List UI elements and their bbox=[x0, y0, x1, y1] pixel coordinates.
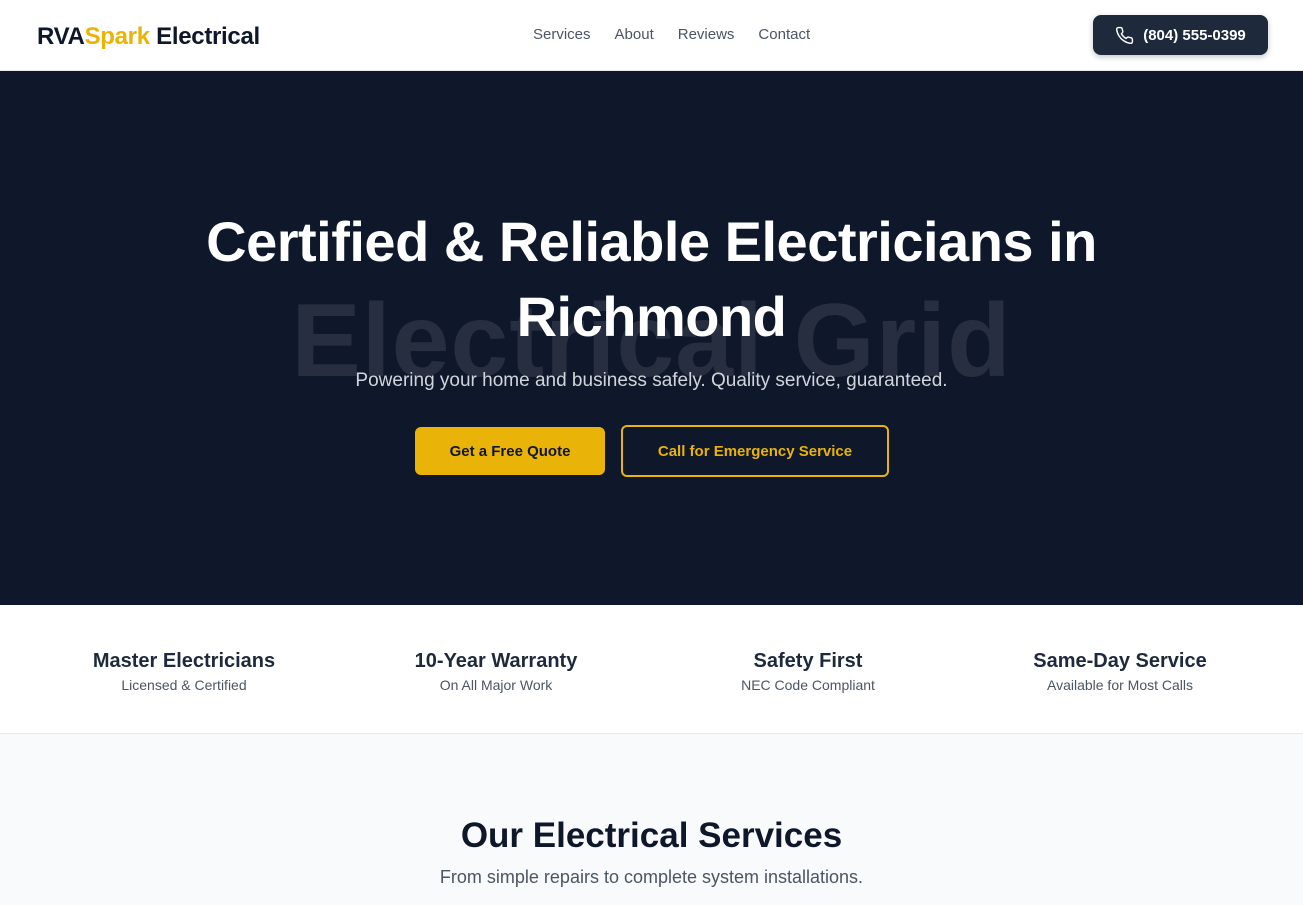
feature-title: Master Electricians bbox=[92, 650, 276, 672]
brand-prefix: RVA bbox=[37, 23, 85, 50]
free-quote-button[interactable]: Get a Free Quote bbox=[415, 427, 605, 475]
services-subtitle: From simple repairs to complete system i… bbox=[439, 867, 864, 887]
feature-item: Safety First NEC Code Compliant bbox=[658, 649, 958, 695]
emergency-service-button[interactable]: Call for Emergency Service bbox=[621, 425, 889, 477]
feature-subtitle: On All Major Work bbox=[439, 677, 553, 693]
feature-item: Same-Day Service Available for Most Call… bbox=[970, 649, 1270, 695]
main-nav: Services About Reviews Contact bbox=[533, 25, 810, 45]
services-section: Our Electrical Services From simple repa… bbox=[0, 734, 1303, 905]
phone-icon bbox=[1116, 26, 1134, 44]
feature-subtitle: Available for Most Calls bbox=[1046, 677, 1194, 693]
nav-link-about[interactable]: About bbox=[615, 25, 654, 45]
nav-link-services[interactable]: Services bbox=[533, 25, 591, 45]
hero-subtitle: Powering your home and business safely. … bbox=[355, 370, 948, 391]
feature-title: Safety First bbox=[753, 650, 863, 672]
feature-subtitle: NEC Code Compliant bbox=[741, 677, 875, 693]
feature-title: 10-Year Warranty bbox=[414, 650, 578, 672]
feature-subtitle: Licensed & Certified bbox=[121, 677, 247, 693]
hero-section: Electrical Grid Certified & Reliable Ele… bbox=[0, 71, 1303, 605]
feature-item: 10-Year Warranty On All Major Work bbox=[346, 649, 646, 695]
feature-title: Same-Day Service bbox=[1033, 650, 1207, 672]
brand-suffix: Electrical bbox=[149, 23, 260, 50]
nav-link-reviews[interactable]: Reviews bbox=[678, 25, 735, 45]
brand-logo[interactable]: RVASpark Electrical bbox=[37, 22, 260, 52]
features-strip: Master Electricians Licensed & Certified… bbox=[0, 605, 1303, 734]
feature-item: Master Electricians Licensed & Certified bbox=[34, 649, 334, 695]
phone-number-label: (804) 555-0399 bbox=[1143, 26, 1246, 44]
hero-title: Certified & Reliable Electricians in Ric… bbox=[206, 210, 1097, 348]
phone-call-button[interactable]: (804) 555-0399 bbox=[1093, 15, 1268, 55]
nav-link-contact[interactable]: Contact bbox=[758, 25, 810, 45]
services-title: Our Electrical Services bbox=[460, 816, 843, 855]
site-header: RVASpark Electrical Services About Revie… bbox=[0, 0, 1303, 71]
brand-accent: Spark bbox=[84, 23, 151, 50]
